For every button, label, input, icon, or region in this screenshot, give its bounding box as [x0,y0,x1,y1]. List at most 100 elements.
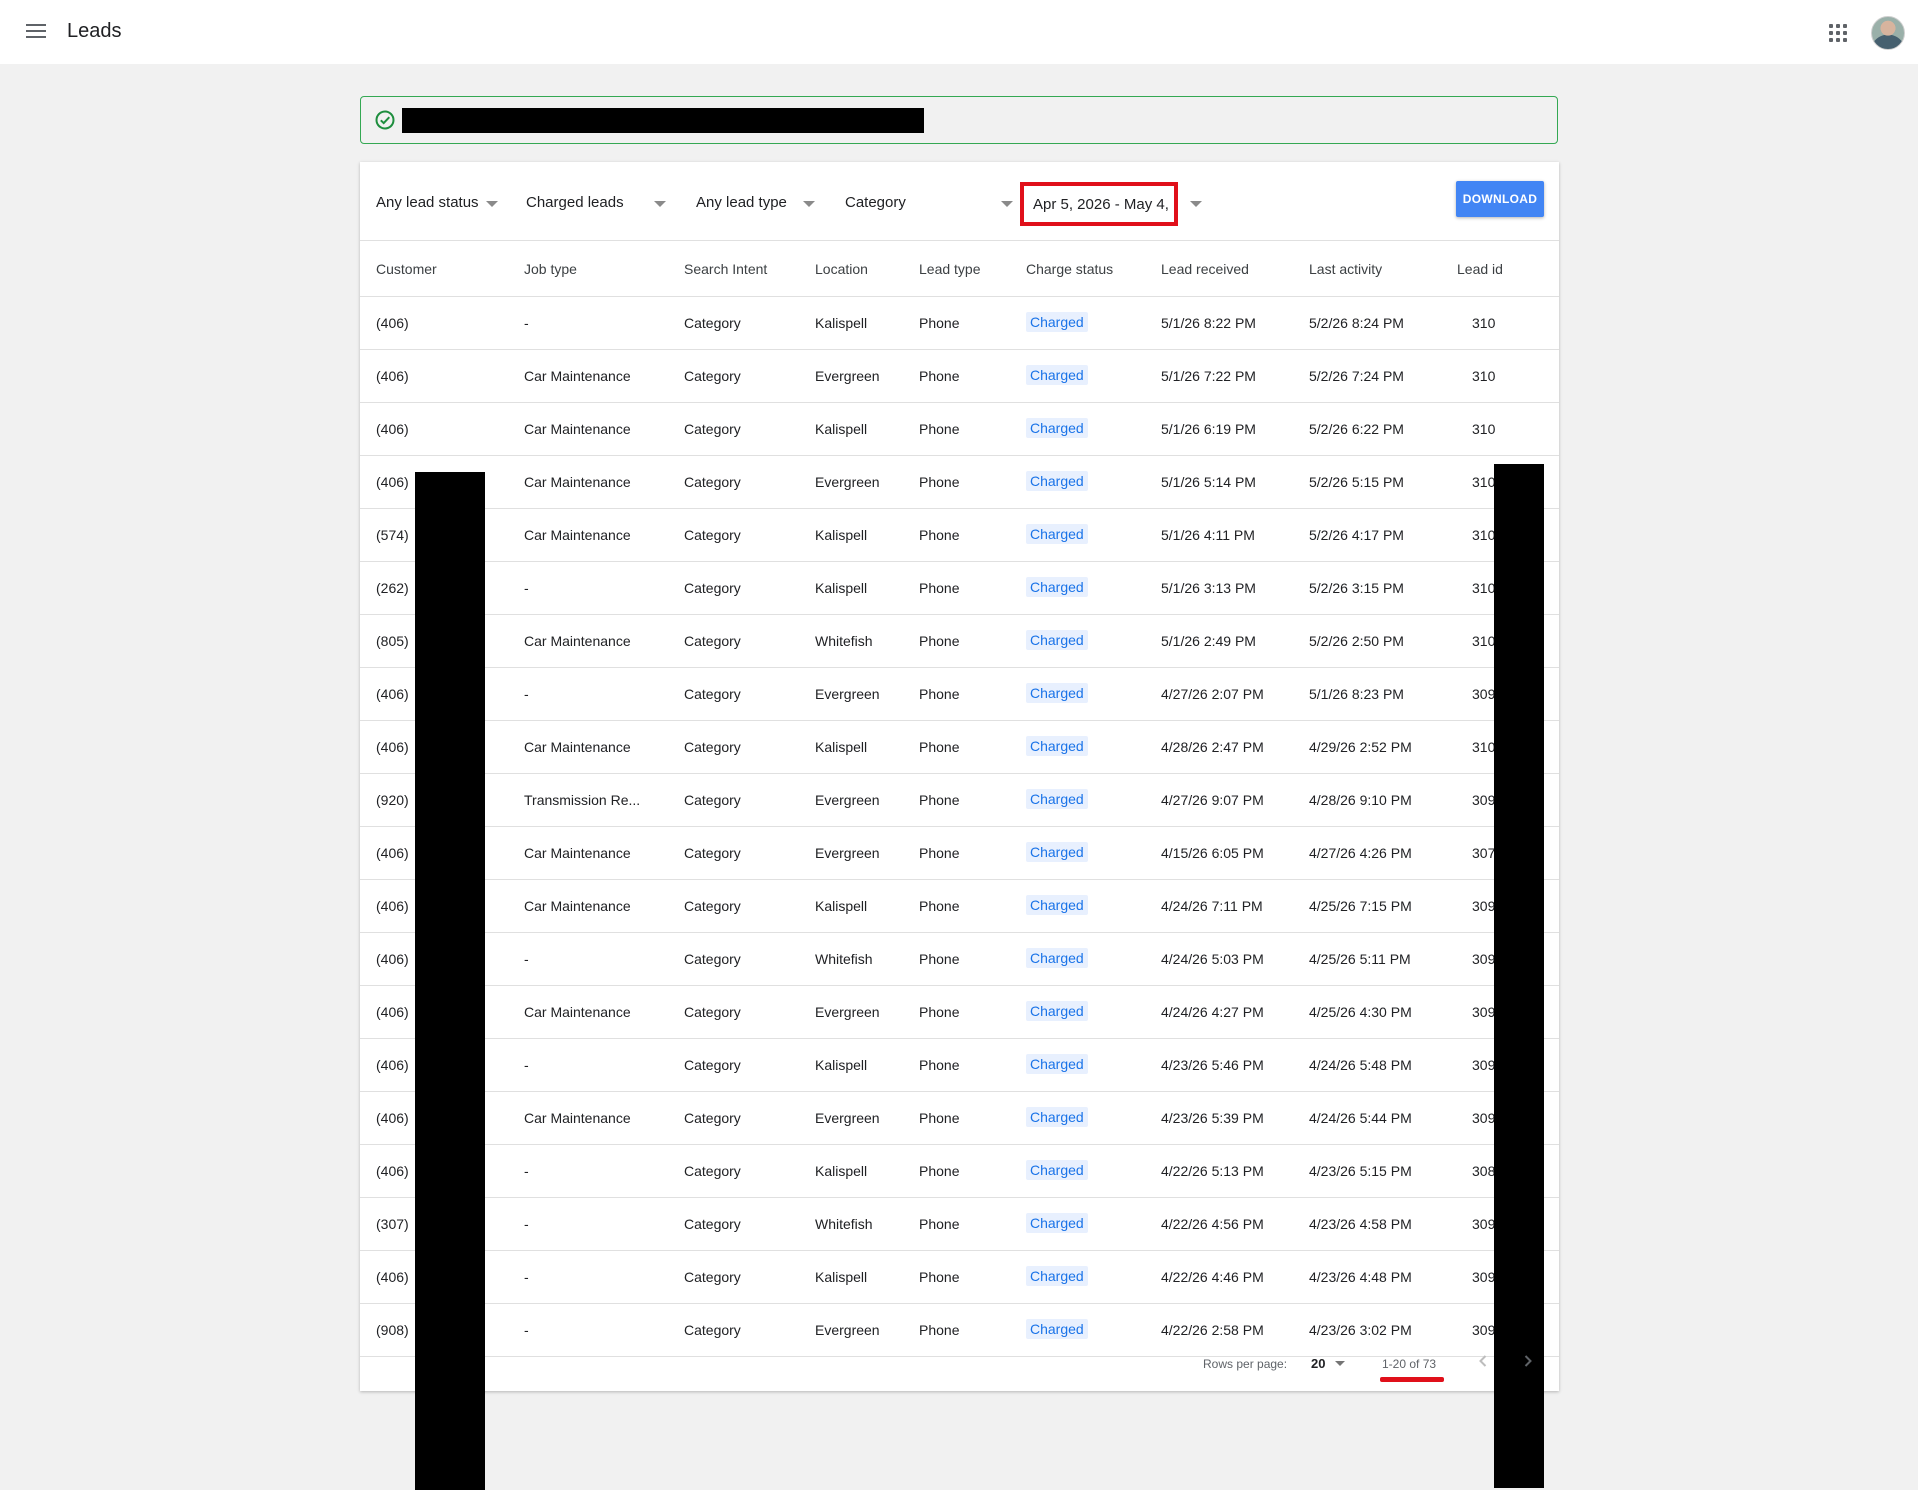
job-type-cell: - [524,951,529,967]
job-type-cell: Transmission Re... [524,792,641,808]
category-filter[interactable]: Category [845,194,906,211]
location-cell: Whitefish [815,951,873,967]
customer-cell: (406) [376,898,409,914]
column-header[interactable]: Lead id [1457,261,1503,277]
status-badge: Charged [1026,577,1088,597]
column-header[interactable]: Customer [376,261,437,277]
table-row[interactable]: (406) - Category Kalispell Phone Charged 4/22/… [360,1145,1559,1198]
column-header[interactable]: Charge status [1026,261,1113,277]
location-cell: Kalispell [815,898,868,914]
download-button[interactable]: DOWNLOAD [1456,181,1544,217]
table-row[interactable]: (805) Car Maintenance Category Whitefish Pho… [360,615,1559,668]
avatar[interactable] [1871,16,1905,50]
page-title: Leads [67,20,122,42]
apps-grid-icon[interactable] [1829,24,1847,42]
table-row[interactable]: (406) - Category Evergreen Phone Charged 4/27/… [360,668,1559,721]
dropdown-caret-icon[interactable] [1001,201,1013,207]
last-activity-cell: 4/29/26 2:52 PM [1309,739,1412,755]
lead-received-cell: 4/22/26 2:58 PM [1161,1322,1264,1338]
table-row[interactable]: (307) - Category Whitefish Phone Charged 4/22/… [360,1198,1559,1251]
lead-id-cell: 310 [1472,580,1496,596]
column-header[interactable]: Search Intent [684,261,767,277]
chevron-right-icon[interactable] [1518,1351,1538,1371]
job-type-cell: - [524,1216,529,1232]
last-activity-cell: 4/24/26 5:44 PM [1309,1110,1412,1126]
table-row[interactable]: (406) Car Maintenance Category Kalispell Pho… [360,880,1559,933]
last-activity-cell: 4/27/26 4:26 PM [1309,845,1412,861]
lead-id-cell: 309 [1472,686,1496,702]
dropdown-caret-icon[interactable] [654,201,666,207]
column-header[interactable]: Job type [524,261,577,277]
column-header[interactable]: Location [815,261,868,277]
table-row[interactable]: (406) - Category Kalispell Phone Charged 4/22/… [360,1251,1559,1304]
column-header[interactable]: Last activity [1309,261,1382,277]
table-row[interactable]: (406) Car Maintenance Category Kalispell Pho… [360,721,1559,774]
table-row[interactable]: (406) Car Maintenance Category Evergreen Pho… [360,350,1559,403]
search-intent-cell: Category [684,951,741,967]
job-type-cell: Car Maintenance [524,368,631,384]
charged-filter[interactable]: Charged leads [526,194,624,211]
rows-per-page-select[interactable]: 20 [1311,1356,1325,1371]
customer-cell: (406) [376,739,409,755]
table-row[interactable]: (406) Car Maintenance Category Evergreen Pho… [360,456,1559,509]
customer-cell: (406) [376,1163,409,1179]
dropdown-caret-icon[interactable] [803,201,815,207]
table-row[interactable]: (406) - Category Kalispell Phone Charged 5/1/2… [360,297,1559,350]
last-activity-cell: 5/2/26 2:50 PM [1309,633,1404,649]
table-row[interactable]: (262) - Category Kalispell Phone Charged 5/1/2… [360,562,1559,615]
table-row[interactable]: (406) Car Maintenance Category Evergreen Pho… [360,986,1559,1039]
table-row[interactable]: (406) - Category Kalispell Phone Charged 4/23/… [360,1039,1559,1092]
location-cell: Kalispell [815,1163,868,1179]
lead-received-cell: 5/1/26 5:14 PM [1161,474,1256,490]
range-highlight [1380,1377,1444,1382]
customer-cell: (805) [376,633,409,649]
dropdown-caret-icon[interactable] [486,201,498,207]
lead-received-cell: 4/22/26 5:13 PM [1161,1163,1264,1179]
table-row[interactable]: (406) Car Maintenance Category Evergreen Pho… [360,827,1559,880]
job-type-cell: - [524,580,529,596]
search-intent-cell: Category [684,1216,741,1232]
last-activity-cell: 4/24/26 5:48 PM [1309,1057,1412,1073]
status-badge: Charged [1026,1054,1088,1074]
lead-id-cell: 309 [1472,1057,1496,1073]
column-header[interactable]: Lead type [919,261,981,277]
table-row[interactable]: (574) Car Maintenance Category Kalispell Pho… [360,509,1559,562]
dropdown-caret-icon[interactable] [1335,1361,1345,1366]
lead-received-cell: 5/1/26 6:19 PM [1161,421,1256,437]
lead-id-cell: 310 [1472,633,1496,649]
filter-bar: Any lead status Charged leads Any lead t… [360,162,1559,241]
chevron-left-icon[interactable] [1473,1351,1493,1371]
search-intent-cell: Category [684,792,741,808]
search-intent-cell: Category [684,527,741,543]
lead-id-cell: 309 [1472,1110,1496,1126]
status-badge: Charged [1026,630,1088,650]
lead-id-redaction [1494,464,1544,1488]
menu-icon[interactable] [26,24,46,40]
status-badge: Charged [1026,524,1088,544]
location-cell: Evergreen [815,474,880,490]
lead-status-filter[interactable]: Any lead status [376,194,479,211]
lead-type-filter[interactable]: Any lead type [696,194,787,211]
location-cell: Kalispell [815,739,868,755]
table-row[interactable]: (406) Car Maintenance Category Kalispell Pho… [360,403,1559,456]
lead-type-cell: Phone [919,686,960,702]
customer-cell: (406) [376,1269,409,1285]
table-row[interactable]: (406) - Category Whitefish Phone Charged 4/24/… [360,933,1559,986]
lead-received-cell: 4/24/26 4:27 PM [1161,1004,1264,1020]
customer-cell: (307) [376,1216,409,1232]
lead-id-cell: 310 [1472,527,1496,543]
table-row[interactable]: (920) Transmission Re... Category Evergreen… [360,774,1559,827]
lead-type-cell: Phone [919,1110,960,1126]
status-badge: Charged [1026,471,1088,491]
column-header[interactable]: Lead received [1161,261,1249,277]
search-intent-cell: Category [684,1057,741,1073]
dropdown-caret-icon[interactable] [1190,201,1202,207]
customer-cell: (406) [376,1004,409,1020]
table-row[interactable]: (406) Car Maintenance Category Evergreen Pho… [360,1092,1559,1145]
customer-cell: (406) [376,951,409,967]
customer-cell: (406) [376,315,409,331]
date-range-filter[interactable]: Apr 5, 2026 - May 4, 2026 [1020,182,1178,226]
location-cell: Evergreen [815,1110,880,1126]
location-cell: Evergreen [815,368,880,384]
job-type-cell: Car Maintenance [524,739,631,755]
